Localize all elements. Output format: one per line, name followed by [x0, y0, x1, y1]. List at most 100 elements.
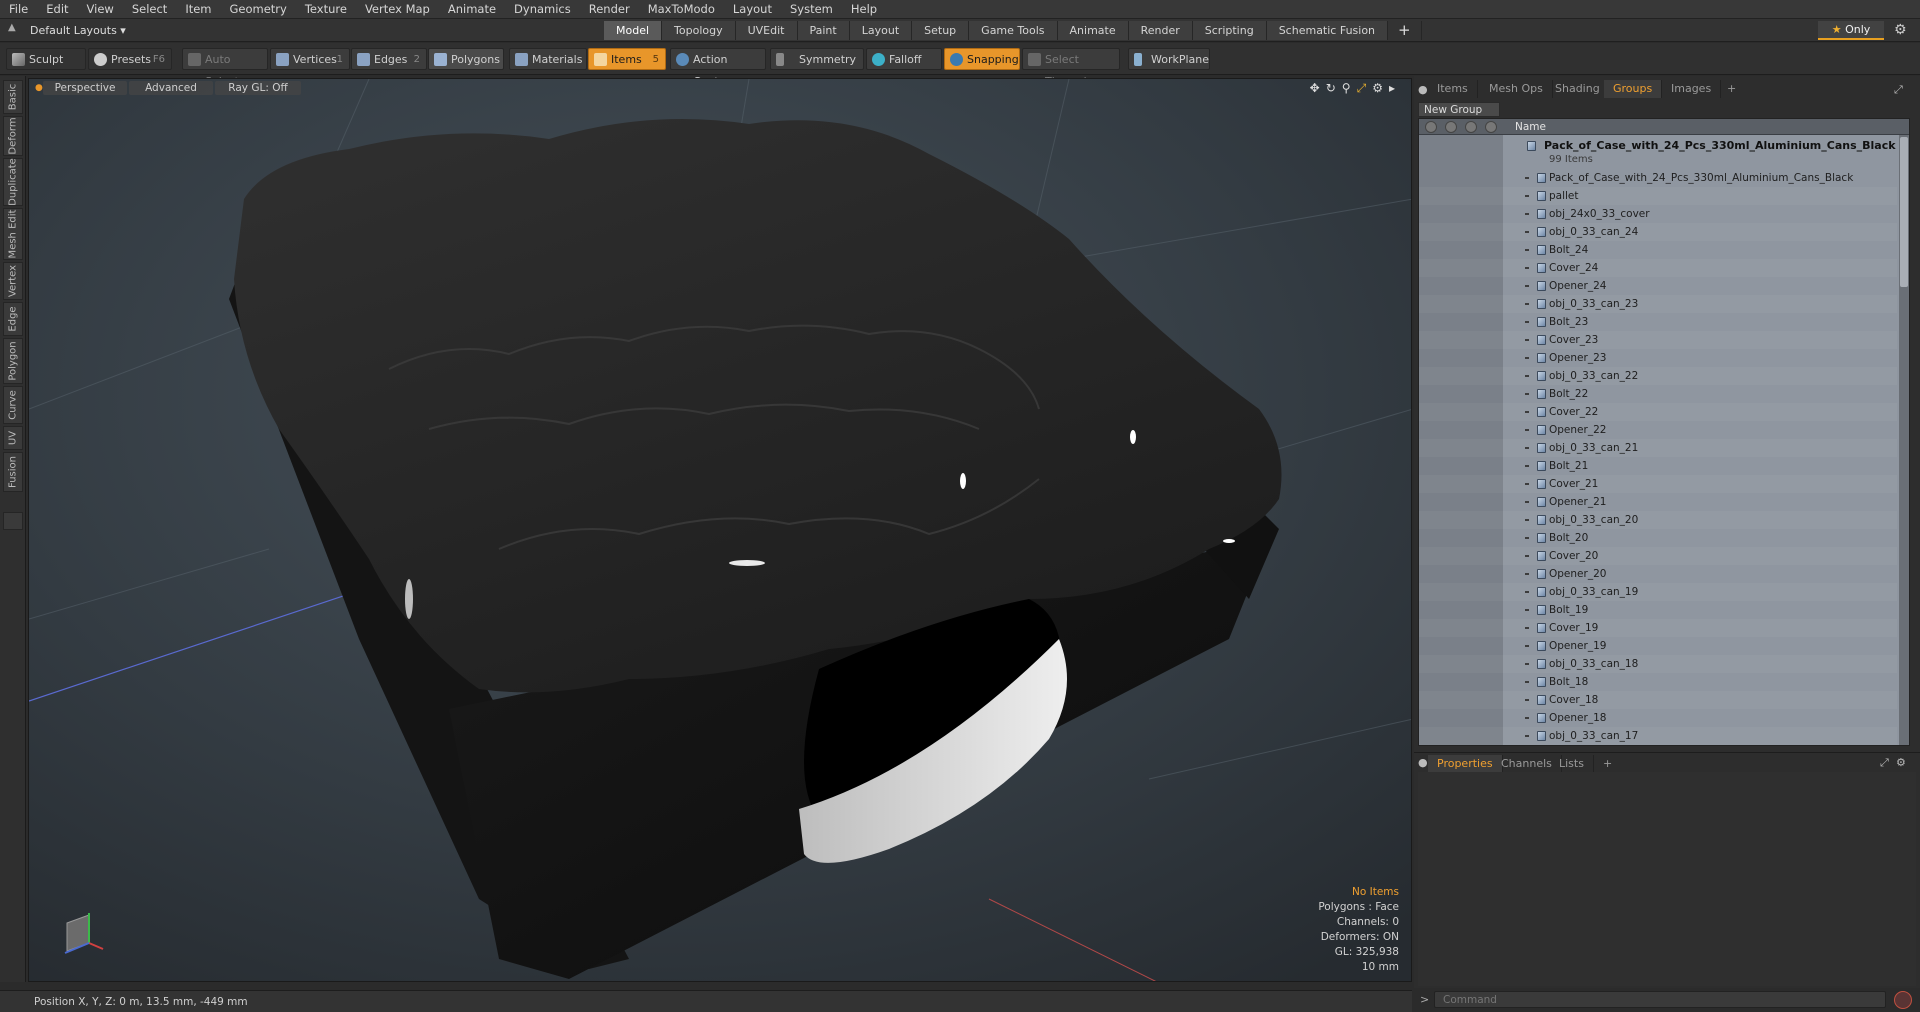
viewport-gear-icon[interactable]: ⚙ [1372, 81, 1383, 96]
action-center-button[interactable]: Action Center [670, 48, 766, 88]
left-tab-edge[interactable]: Edge [3, 302, 23, 336]
tree-row[interactable]: Cover_19 [1419, 619, 1897, 637]
tab-game-tools[interactable]: Game Tools [969, 21, 1058, 40]
tree-row[interactable]: Bolt_20 [1419, 529, 1897, 547]
tree-row[interactable]: obj_0_33_can_18 [1419, 655, 1897, 673]
tree-row[interactable]: Opener_24 [1419, 277, 1897, 295]
select-column-icon[interactable] [1485, 121, 1497, 133]
tree-row[interactable]: Opener_19 [1419, 637, 1897, 655]
tab-uvedit[interactable]: UVEdit [735, 21, 798, 40]
panel-tab-items[interactable]: Items [1428, 80, 1478, 98]
tab-paint[interactable]: Paint [797, 21, 850, 40]
panel-tab-images[interactable]: Images [1662, 80, 1722, 98]
lock-column-icon[interactable] [1465, 121, 1477, 133]
tree-scroll-thumb[interactable] [1900, 137, 1908, 287]
tab-scripting[interactable]: Scripting [1192, 21, 1267, 40]
tree-row[interactable]: obj_0_33_can_21 [1419, 439, 1897, 457]
tab-setup[interactable]: Setup [912, 21, 970, 40]
tree-row[interactable]: Opener_22 [1419, 421, 1897, 439]
tree-row[interactable]: Bolt_18 [1419, 673, 1897, 691]
tab-layout[interactable]: Layout [849, 21, 913, 40]
menu-help[interactable]: Help [842, 0, 886, 19]
menu-view[interactable]: View [78, 0, 123, 19]
raygl-button[interactable]: Ray GL: Off [215, 81, 301, 95]
tree-row[interactable]: Opener_23 [1419, 349, 1897, 367]
add-bottom-tab-button[interactable]: + [1594, 755, 1621, 773]
tree-row[interactable]: obj_24x0_33_cover [1419, 205, 1897, 223]
snapping-button[interactable]: Snapping [944, 48, 1020, 70]
tree-scrollbar[interactable] [1899, 135, 1909, 745]
name-column-header[interactable]: Name [1515, 119, 1546, 135]
tree-row[interactable]: Cover_23 [1419, 331, 1897, 349]
tree-row[interactable]: Cover_21 [1419, 475, 1897, 493]
tree-row[interactable]: obj_0_33_can_24 [1419, 223, 1897, 241]
polygons-button[interactable]: Polygons [428, 48, 504, 70]
panel-tab-mesh-ops[interactable]: Mesh Ops [1480, 80, 1553, 98]
vertices-button[interactable]: Vertices 1 [270, 48, 350, 70]
tree-row[interactable]: obj_0_33_can_17 [1419, 727, 1897, 745]
tree-row[interactable]: obj_0_33_can_22 [1419, 367, 1897, 385]
gear-icon[interactable]: ⚙ [1894, 22, 1907, 38]
menu-system[interactable]: System [781, 0, 842, 19]
viewport-more-icon[interactable]: ▸ [1389, 81, 1395, 96]
menu-dynamics[interactable]: Dynamics [505, 0, 580, 19]
symmetry-button[interactable]: Symmetry [770, 48, 864, 70]
tree-row[interactable]: Bolt_24 [1419, 241, 1897, 259]
menu-maxtomodo[interactable]: MaxToModo [639, 0, 724, 19]
panel-expand-icon[interactable]: ⤢ [1894, 83, 1903, 97]
tab-animate[interactable]: Animate [1057, 21, 1129, 40]
rotate-icon[interactable]: ↻ [1326, 81, 1336, 96]
add-panel-tab-button[interactable]: + [1718, 80, 1745, 98]
tree-row[interactable]: Opener_20 [1419, 565, 1897, 583]
left-tab-vertex[interactable]: Vertex [3, 262, 23, 300]
select-through-button[interactable]: Select Through [1022, 48, 1120, 88]
menu-layout[interactable]: Layout [724, 0, 781, 19]
left-tab-mesh-edit[interactable]: Mesh Edit [3, 208, 23, 260]
tab-schematic-fusion[interactable]: Schematic Fusion [1266, 21, 1389, 40]
command-input[interactable] [1434, 991, 1886, 1008]
left-panel-toggle[interactable] [3, 512, 23, 530]
left-tab-polygon[interactable]: Polygon [3, 338, 23, 384]
menu-texture[interactable]: Texture [296, 0, 356, 19]
add-tab-button[interactable]: + [1388, 21, 1422, 40]
left-tab-uv[interactable]: UV [3, 426, 23, 450]
panel-tab-shading[interactable]: Shading [1546, 80, 1610, 98]
presets-button[interactable]: Presets F6 [88, 48, 172, 70]
command-run-button[interactable] [1894, 991, 1912, 1009]
layout-dropdown[interactable]: Default Layouts ▾ [30, 22, 126, 39]
pan-icon[interactable]: ✥ [1310, 81, 1320, 96]
items-button[interactable]: Items 5 [588, 48, 666, 70]
groups-tree[interactable]: Name Pack_of_Case_with_24_Pcs_330ml_Alum… [1418, 118, 1910, 746]
edges-button[interactable]: Edges 2 [351, 48, 427, 70]
advanced-button[interactable]: Advanced [129, 81, 213, 95]
menu-item[interactable]: Item [176, 0, 220, 19]
menu-geometry[interactable]: Geometry [221, 0, 296, 19]
tree-row[interactable]: Pack_of_Case_with_24_Pcs_330ml_Aluminium… [1419, 169, 1897, 187]
tab-render[interactable]: Render [1128, 21, 1193, 40]
bottom-gear-icon[interactable]: ⚙ [1896, 756, 1906, 769]
tree-row[interactable]: Bolt_21 [1419, 457, 1897, 475]
tree-row[interactable]: Opener_21 [1419, 493, 1897, 511]
eye-column-icon[interactable] [1425, 121, 1437, 133]
menu-edit[interactable]: Edit [37, 0, 77, 19]
bottom-panel-menu-icon[interactable]: ● [1418, 756, 1428, 769]
maximize-icon[interactable]: ⤢ [1357, 81, 1367, 96]
tree-row[interactable]: Bolt_22 [1419, 385, 1897, 403]
viewport-menu-icon[interactable]: ● [35, 83, 43, 93]
panel-menu-icon[interactable]: ● [1418, 83, 1428, 96]
menu-file[interactable]: File [0, 0, 37, 19]
tree-row-count[interactable]: 99 Items [1419, 151, 1897, 169]
render-column-icon[interactable] [1445, 121, 1457, 133]
tree-row[interactable]: Cover_20 [1419, 547, 1897, 565]
3d-viewport[interactable]: ● Perspective Advanced Ray GL: Off ✥ ↻ ⚲… [28, 78, 1412, 982]
menu-animate[interactable]: Animate [439, 0, 505, 19]
materials-button[interactable]: Materials [509, 48, 587, 70]
auto-select-button[interactable]: Auto Select [182, 48, 268, 88]
tree-row[interactable]: Bolt_19 [1419, 601, 1897, 619]
tree-row[interactable]: Bolt_23 [1419, 313, 1897, 331]
tab-model[interactable]: Model [604, 21, 663, 40]
zoom-icon[interactable]: ⚲ [1342, 81, 1351, 96]
left-tab-curve[interactable]: Curve [3, 386, 23, 424]
falloff-button[interactable]: Falloff [866, 48, 942, 70]
bottom-expand-icon[interactable]: ⤢ [1880, 756, 1889, 770]
